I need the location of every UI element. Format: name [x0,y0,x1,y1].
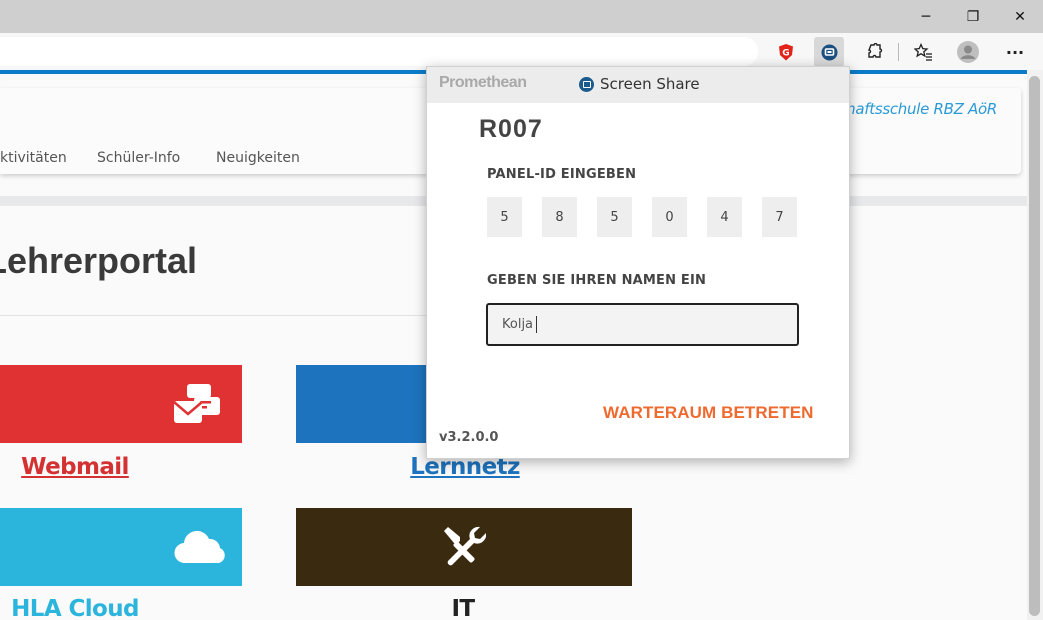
profile-icon[interactable] [953,37,983,67]
promethean-logo: Promethean [439,74,527,91]
webmail-tile[interactable] [0,365,242,443]
text-caret [536,316,537,333]
hla-cloud-link[interactable]: HLA Cloud [0,596,150,620]
panel-id-digit-1[interactable]: 5 [487,197,522,237]
gdata-shield-icon[interactable]: G [771,37,801,67]
version-label: v3.2.0.0 [439,430,499,445]
minimize-button[interactable]: ─ [903,0,949,33]
panel-id-label: PANEL-ID EINGEBEN [487,167,637,182]
webmail-link[interactable]: Webmail [0,454,150,480]
join-waiting-room-button[interactable]: WARTERAUM BETRETEN [603,403,814,423]
mail-icon [173,384,220,423]
address-bar[interactable] [0,37,758,66]
page-scrollbar[interactable] [1027,70,1043,620]
scrollbar-thumb[interactable] [1029,76,1040,616]
restore-button[interactable]: ❐ [950,0,996,33]
it-fehlerweb-tile[interactable] [296,508,632,586]
toolbar-separator [898,43,899,61]
popup-header: Promethean Screen Share [427,67,849,103]
nav-item-schueler-info[interactable]: Schüler-Info [97,150,180,166]
panel-id-digit-6[interactable]: 7 [762,197,797,237]
svg-text:G: G [782,48,789,58]
window-titlebar: ─ ❐ ✕ [0,0,1043,33]
screen-share-extension-icon[interactable] [814,37,844,67]
tools-icon [444,526,486,566]
panel-id-digit-2[interactable]: 8 [542,197,577,237]
nav-item-aktivitaeten[interactable]: ktivitäten [0,150,67,166]
browser-toolbar: G ··· [0,33,1043,70]
close-window-button[interactable]: ✕ [997,0,1043,33]
screen-share-popup: Promethean Screen Share R007 PANEL-ID EI… [426,66,850,459]
room-code: R007 [479,115,543,143]
popup-title: Screen Share [600,75,700,93]
more-menu-icon[interactable]: ··· [1000,37,1030,67]
extensions-puzzle-icon[interactable] [859,37,889,67]
panel-id-digit-3[interactable]: 5 [597,197,632,237]
screen-share-icon [579,77,594,92]
school-name: chaftsschule RBZ AöR [838,100,997,118]
name-input[interactable] [486,303,799,346]
nav-item-neuigkeiten[interactable]: Neuigkeiten [216,150,300,166]
favorites-icon[interactable] [908,37,938,67]
panel-id-digit-5[interactable]: 4 [707,197,742,237]
it-fehlerweb-link[interactable]: IT Fehlerweb [388,596,538,620]
name-label: GEBEN SIE IHREN NAMEN EIN [487,273,707,288]
hla-cloud-tile[interactable] [0,508,242,586]
page-title-text: Lehrerportal [0,240,198,281]
panel-id-digit-4[interactable]: 0 [652,197,687,237]
page-title: Lehrerportal [0,240,300,282]
cloud-icon [174,530,225,564]
